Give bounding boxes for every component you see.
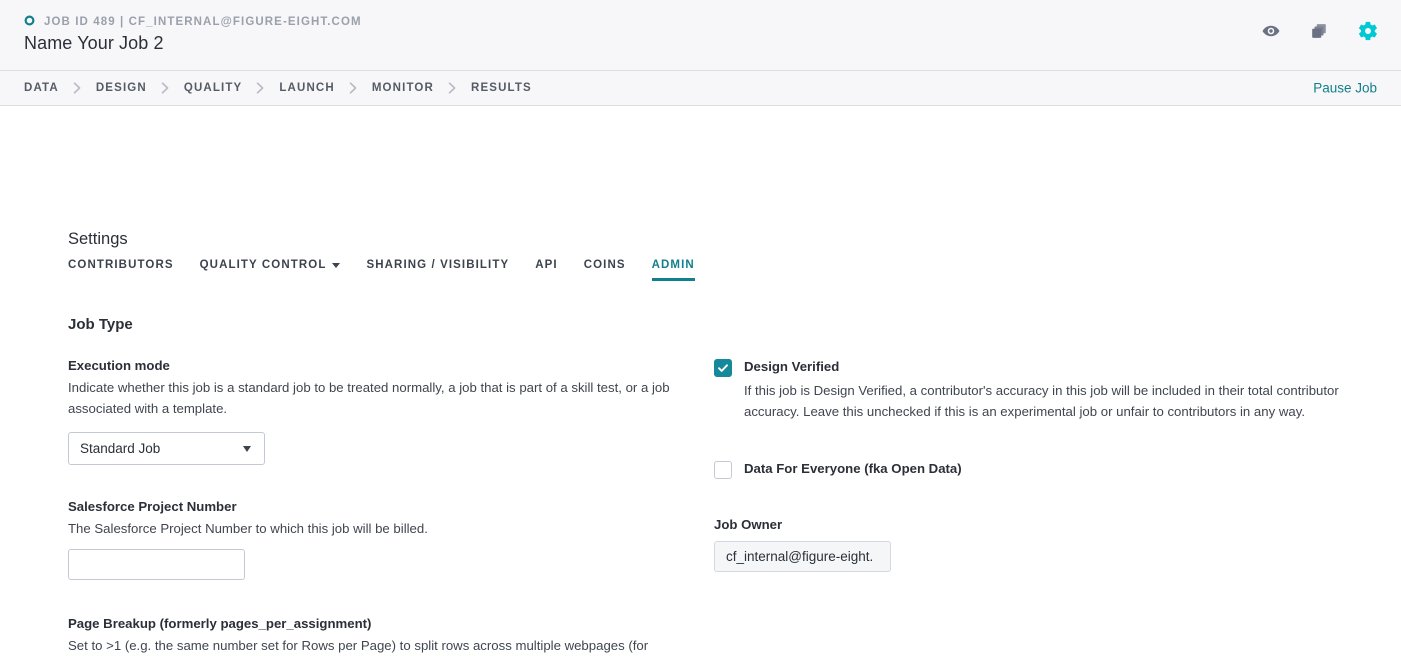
tab-quality-control[interactable]: QUALITY CONTROL	[200, 259, 341, 281]
chevron-right-icon	[448, 82, 457, 94]
chevron-right-icon	[73, 82, 82, 94]
execution-mode-field: Execution mode Indicate whether this job…	[68, 358, 688, 465]
chevron-right-icon	[256, 82, 265, 94]
job-owner-field: Job Owner	[714, 517, 1354, 572]
admin-left-column: Execution mode Indicate whether this job…	[68, 358, 688, 656]
job-owner-label: Job Owner	[714, 517, 783, 532]
execution-mode-select-value[interactable]: Standard Job	[68, 432, 265, 465]
salesforce-project-number-help: The Salesforce Project Number to which t…	[68, 521, 428, 536]
breadcrumb-nav: DATA DESIGN QUALITY LAUNCH MONITOR RESUL…	[0, 71, 1401, 106]
tab-coins[interactable]: COINS	[584, 259, 626, 281]
salesforce-project-number-input[interactable]	[68, 549, 245, 580]
tab-contributors[interactable]: CONTRIBUTORS	[68, 259, 174, 281]
salesforce-project-number-label: Salesforce Project Number	[68, 499, 237, 514]
tab-sharing-visibility-label: SHARING / VISIBILITY	[366, 259, 510, 271]
settings-gear-icon[interactable]	[1357, 20, 1379, 42]
design-verified-row: Design Verified If this job is Design Ve…	[714, 358, 1354, 422]
breadcrumb-item-results[interactable]: RESULTS	[471, 82, 532, 94]
tab-coins-label: COINS	[583, 259, 626, 271]
design-verified-body: Design Verified If this job is Design Ve…	[744, 358, 1354, 422]
job-meta: JOB ID 489 | CF_INTERNAL@FIGURE-EIGHT.CO…	[24, 13, 362, 31]
design-verified-description: If this job is Design Verified, a contri…	[744, 383, 1339, 419]
data-for-everyone-label: Data For Everyone (fka Open Data)	[744, 461, 962, 476]
admin-right-column: Design Verified If this job is Design Ve…	[714, 358, 1354, 572]
settings-heading: Settings	[68, 230, 128, 248]
job-type-heading: Job Type	[68, 316, 133, 333]
execution-mode-label: Execution mode	[68, 358, 170, 373]
breadcrumb-item-design[interactable]: DESIGN	[96, 82, 147, 94]
settings-content: Settings CONTRIBUTORS QUALITY CONTROL SH…	[0, 106, 1401, 656]
chevron-down-icon	[332, 262, 341, 268]
design-verified-checkbox[interactable]	[714, 359, 732, 377]
salesforce-project-number-field: Salesforce Project Number The Salesforce…	[68, 499, 688, 580]
design-verified-label: Design Verified	[744, 359, 840, 374]
page-breakup-label: Page Breakup (formerly pages_per_assignm…	[68, 616, 372, 631]
top-header-bar: JOB ID 489 | CF_INTERNAL@FIGURE-EIGHT.CO…	[0, 0, 1401, 71]
header-icon-group	[1261, 20, 1379, 42]
chevron-right-icon	[349, 82, 358, 94]
page-breakup-field: Page Breakup (formerly pages_per_assignm…	[68, 616, 688, 656]
pause-job-link[interactable]: Pause Job	[1313, 81, 1377, 96]
job-id-label: JOB ID 489 | CF_INTERNAL@FIGURE-EIGHT.CO…	[44, 16, 362, 28]
page-title: Name Your Job 2	[24, 33, 164, 53]
data-for-everyone-body: Data For Everyone (fka Open Data)	[744, 460, 1354, 478]
preview-eye-icon[interactable]	[1261, 21, 1281, 41]
breadcrumb-item-launch[interactable]: LAUNCH	[279, 82, 334, 94]
tab-api-label: API	[535, 259, 558, 271]
settings-tab-bar: CONTRIBUTORS QUALITY CONTROL SHARING / V…	[68, 259, 721, 281]
data-for-everyone-row: Data For Everyone (fka Open Data)	[714, 460, 1354, 479]
tab-admin-label: ADMIN	[651, 259, 695, 271]
breadcrumb-item-data[interactable]: DATA	[24, 82, 59, 94]
tab-quality-control-label: QUALITY CONTROL	[199, 259, 327, 271]
breadcrumb-item-monitor[interactable]: MONITOR	[372, 82, 434, 94]
data-for-everyone-checkbox[interactable]	[714, 461, 732, 479]
tab-api[interactable]: API	[535, 259, 557, 281]
tab-admin[interactable]: ADMIN	[651, 259, 695, 281]
job-owner-input[interactable]	[714, 541, 891, 572]
breadcrumb-item-quality[interactable]: QUALITY	[184, 82, 243, 94]
execution-mode-help: Indicate whether this job is a standard …	[68, 380, 670, 416]
duplicate-job-icon[interactable]	[1309, 21, 1329, 41]
circle-ring-icon	[24, 13, 35, 31]
chevron-right-icon	[161, 82, 170, 94]
execution-mode-select[interactable]: Standard Job	[68, 432, 265, 465]
tab-sharing-visibility[interactable]: SHARING / VISIBILITY	[366, 259, 509, 281]
page-breakup-help: Set to >1 (e.g. the same number set for …	[68, 638, 649, 653]
tab-contributors-label: CONTRIBUTORS	[68, 259, 174, 271]
